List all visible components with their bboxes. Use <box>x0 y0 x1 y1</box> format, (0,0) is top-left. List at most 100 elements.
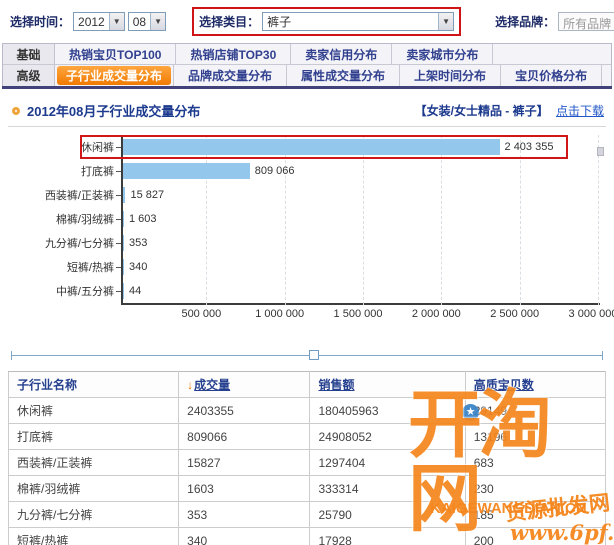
category-select-value: 裤子 <box>267 15 292 29</box>
table-cell: 2403355 <box>178 397 311 424</box>
bar-九分裤/七分裤[interactable] <box>123 235 124 251</box>
slider-track[interactable] <box>11 355 603 356</box>
brand-filter-group: 选择品牌： 所有品牌（搜索...） ▼ <box>495 12 614 31</box>
bar-category-label: 中裤/五分裤 <box>55 286 114 298</box>
bar-value-label: 2 403 355 <box>504 141 554 153</box>
chart-row: 短裤/热裤 340 <box>8 255 606 279</box>
bar-value-label: 1 603 <box>129 213 157 225</box>
bar-plot-cell: 353 <box>121 231 606 255</box>
bar-category-label: 西装裤/正装裤 <box>44 190 114 202</box>
report-panel: 2012年08月子行业成交量分布 【女装/女士精品 - 裤子】 点击下载 休闲裤… <box>0 89 614 545</box>
x-axis-ticks: 500 000 1 000 000 1 500 000 2 000 000 2 500 … <box>8 305 614 321</box>
month-select-value: 08 <box>132 14 147 29</box>
bar-plot-cell: 15 827 <box>121 183 606 207</box>
tab-子行业成交量分布[interactable]: 子行业成交量分布 <box>57 66 172 85</box>
tab-宝贝价格分布[interactable]: 宝贝价格分布 <box>501 65 603 86</box>
header-quality-items[interactable]: 高质宝贝数 <box>464 371 607 398</box>
table-cell: 340 <box>178 527 311 545</box>
header-volume-sort[interactable]: ↓成交量 <box>178 371 311 398</box>
chart-row: 休闲裤 2 403 355 <box>8 135 606 159</box>
table-cell: 休闲裤 <box>7 397 180 424</box>
bullet-ring-icon <box>12 106 20 115</box>
bar-休闲裤[interactable] <box>123 139 500 155</box>
table-header-row: 子行业名称 ↓成交量 销售额 高质宝贝数 <box>7 371 607 398</box>
x-tick-label: 2 000 000 <box>411 308 461 320</box>
table-cell: 29149 <box>464 397 607 424</box>
page-title: 2012年08月子行业成交量分布 <box>27 104 201 119</box>
bar-打底裤[interactable] <box>123 163 250 179</box>
bar-西装裤/正装裤[interactable] <box>123 187 126 203</box>
table-cell: 200 <box>464 527 607 545</box>
table-cell: 西装裤/正装裤 <box>7 449 180 476</box>
x-tick-label: 3 000 000 <box>568 308 614 320</box>
table-cell: 230 <box>464 475 607 502</box>
bar-plot-cell: 1 603 <box>121 207 606 231</box>
download-link[interactable]: 点击下载 <box>556 104 604 118</box>
basic-tab-row: 基础 热销宝贝TOP100 热销店铺TOP30 卖家信用分布 卖家城市分布 <box>3 44 611 65</box>
chart-rows: 休闲裤 2 403 355 打底裤 809 066 西装裤/正装裤 15 827 棉裤/羽绒… <box>8 135 606 303</box>
filter-bar: 选择时间： 2012 ▼ 08 ▼ 选择类目： 裤子 ▼ 选择品牌： 所有品牌（… <box>0 0 614 41</box>
bar-棉裤/羽绒裤[interactable] <box>123 211 124 227</box>
table-row: 九分裤/七分裤 353 25790 185 <box>7 501 607 528</box>
brand-search-input[interactable]: 所有品牌（搜索...） <box>558 12 614 31</box>
brand-filter-label: 选择品牌： <box>495 15 556 29</box>
bar-plot-cell: 44 <box>121 279 606 303</box>
table-cell: 13196 <box>464 423 607 450</box>
slider-handle[interactable] <box>309 350 319 360</box>
bar-中裤/五分裤[interactable] <box>123 283 124 299</box>
month-select[interactable]: 08 ▼ <box>127 12 167 31</box>
table-cell: 1603 <box>178 475 311 502</box>
basic-tabs: 热销宝贝TOP100 热销店铺TOP30 卖家信用分布 卖家城市分布 <box>55 44 494 64</box>
chart-row: 九分裤/七分裤 353 <box>8 231 606 255</box>
slider-right-cap <box>602 351 603 360</box>
sort-desc-icon: ↓ <box>187 378 194 392</box>
chart-range-slider[interactable] <box>11 349 603 362</box>
category-filter-label: 选择类目： <box>199 15 260 29</box>
bar-value-label: 340 <box>129 261 148 273</box>
table-cell: 353 <box>178 501 311 528</box>
table-cell: 180405963 <box>309 397 466 424</box>
table-cell: 短裤/热裤 <box>7 527 180 545</box>
tab-strip: 基础 热销宝贝TOP100 热销店铺TOP30 卖家信用分布 卖家城市分布 高级 子行… <box>2 43 612 86</box>
bar-value-label: 809 066 <box>254 165 295 177</box>
basic-group-label: 基础 <box>3 44 55 64</box>
bar-value-label: 44 <box>129 285 142 297</box>
bar-plot-cell: 809 066 <box>121 159 606 183</box>
category-select[interactable]: 裤子 ▼ <box>262 12 455 31</box>
chart-row: 棉裤/羽绒裤 1 603 <box>8 207 606 231</box>
bar-category-label: 棉裤/羽绒裤 <box>55 214 114 226</box>
bar-短裤/热裤[interactable] <box>123 259 124 275</box>
time-filter-label: 选择时间： <box>10 15 71 29</box>
chevron-down-icon[interactable]: ▼ <box>438 13 454 30</box>
table-cell: 24908052 <box>309 423 466 450</box>
header-sales[interactable]: 销售额 <box>309 371 466 398</box>
category-scope-label: 【女装/女士精品 - 裤子】 <box>414 104 549 118</box>
tab-卖家城市分布[interactable]: 卖家城市分布 <box>392 44 494 64</box>
table-cell: 1297404 <box>309 449 466 476</box>
x-tick-label: 1 000 000 <box>255 308 305 320</box>
table-cell: 打底裤 <box>7 423 180 450</box>
bar-category-label: 休闲裤 <box>81 142 114 154</box>
header-sub-industry: 子行业名称 <box>7 371 180 398</box>
x-tick-label: 1 500 000 <box>333 308 383 320</box>
tab-热销店铺TOP30[interactable]: 热销店铺TOP30 <box>176 44 292 64</box>
panel-header: 2012年08月子行业成交量分布 【女装/女士精品 - 裤子】 点击下载 <box>8 97 606 127</box>
chart-row: 西装裤/正装裤 15 827 <box>8 183 606 207</box>
tab-上架时间分布[interactable]: 上架时间分布 <box>400 65 502 86</box>
chevron-down-icon[interactable]: ▼ <box>150 13 166 30</box>
tab-属性成交量分布[interactable]: 属性成交量分布 <box>287 65 401 86</box>
table-cell: 809066 <box>178 423 311 450</box>
x-tick-label: 2 500 000 <box>490 308 540 320</box>
table-row: 短裤/热裤 340 17928 200 <box>7 527 607 545</box>
bar-plot-cell: 340 <box>121 255 606 279</box>
tab-卖家信用分布[interactable]: 卖家信用分布 <box>291 44 393 64</box>
chart-row: 中裤/五分裤 44 <box>8 279 606 303</box>
category-filter-highlight-box: 选择类目： 裤子 ▼ <box>192 7 462 36</box>
chevron-down-icon[interactable]: ▼ <box>108 13 124 30</box>
chart-corner-handle <box>597 147 604 156</box>
year-select[interactable]: 2012 ▼ <box>73 12 125 31</box>
table-row: 棉裤/羽绒裤 1603 333314 230 <box>7 475 607 502</box>
tab-品牌成交量分布[interactable]: 品牌成交量分布 <box>173 65 288 86</box>
tab-热销宝贝TOP100[interactable]: 热销宝贝TOP100 <box>55 44 177 64</box>
table-cell: 333314 <box>309 475 466 502</box>
